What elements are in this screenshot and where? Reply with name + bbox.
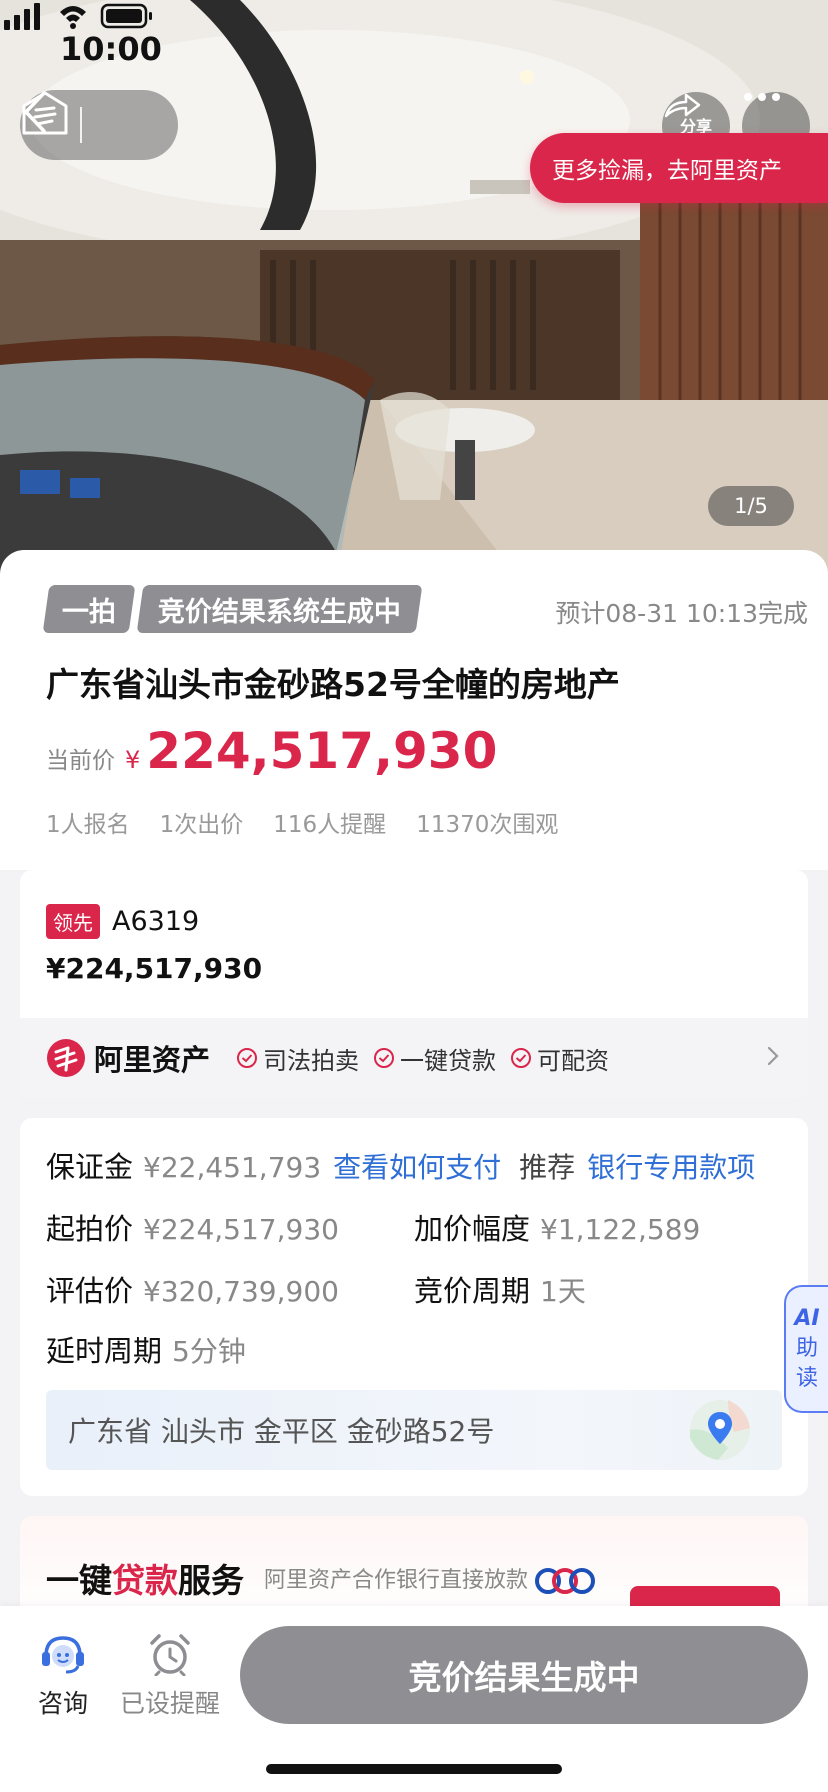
deposit-label: 保证金	[46, 1150, 134, 1184]
check-circle-icon	[511, 1048, 532, 1068]
share-icon	[664, 93, 701, 118]
current-price: 224,517,930	[146, 722, 498, 780]
feature-judicial-auction: 司法拍卖	[236, 1041, 359, 1076]
delay-value: 5分钟	[172, 1335, 246, 1368]
wifi-icon	[60, 6, 86, 29]
loan-title-part2: 服务	[178, 1561, 244, 1600]
feature-financing: 可配资	[510, 1041, 609, 1076]
bid-result-button[interactable]: 竞价结果生成中	[240, 1626, 808, 1724]
ali-assets-bar[interactable]: 阿里资产 司法拍卖 一键贷款 可配资	[20, 1018, 808, 1098]
ai-label-line2: 读	[795, 1366, 818, 1391]
ai-label: AI	[794, 1306, 820, 1331]
address-text: 广东省 汕头市 金平区 金砂路52号	[68, 1415, 495, 1448]
photo-counter: 1/5	[708, 486, 794, 526]
bidder-id: A6319	[112, 906, 200, 937]
more-dots-icon	[744, 93, 780, 101]
stat-registrations: 1人报名	[46, 812, 130, 838]
map-pin-icon	[690, 1400, 750, 1460]
stat-bids: 1次出价	[159, 812, 244, 838]
start-price-value: ¥224,517,930	[143, 1213, 339, 1246]
current-price-row: 当前价 ¥ 224,517,930	[46, 722, 497, 780]
reminder-label: 已设提醒	[120, 1689, 221, 1718]
consult-button[interactable]: 咨询	[38, 1632, 88, 1720]
cellular-signal-icon	[4, 3, 40, 30]
check-circle-icon	[237, 1048, 258, 1068]
leading-bid-card: 领先 A6319 ¥224,517,930 阿里资产 司法拍卖 一键贷款 可配资	[20, 870, 808, 1098]
property-photo[interactable]: 10:00 分享 1/5	[0, 0, 828, 580]
loan-title-part1: 一键	[46, 1561, 112, 1600]
reminder-button[interactable]: 已设提醒	[120, 1632, 220, 1720]
stats-row: 1人报名 1次出价 116人提醒 11370次围观	[46, 805, 558, 839]
consult-label: 咨询	[38, 1689, 89, 1718]
round-tag-label: 一拍	[62, 596, 116, 628]
stat-views: 11370次围观	[416, 812, 559, 838]
tag-row: 一拍 竞价结果系统生成中	[42, 585, 423, 633]
price-currency: ¥	[125, 746, 141, 774]
deposit-value: ¥22,451,793	[143, 1151, 322, 1184]
price-label: 当前价	[46, 748, 115, 774]
appraisal-label: 评估价	[46, 1274, 134, 1308]
home-button[interactable]	[22, 90, 172, 160]
feature-label: 一键贷款	[400, 1046, 497, 1075]
ali-assets-logo-icon	[47, 1039, 85, 1077]
increment-row: 加价幅度 ¥1,122,589	[414, 1206, 700, 1248]
leading-bid-price: ¥224,517,930	[46, 952, 263, 985]
chevron-right-icon	[767, 1046, 779, 1066]
increment-label: 加价幅度	[414, 1212, 531, 1246]
loan-subtitle: 阿里资产合作银行直接放款	[264, 1562, 596, 1594]
feature-label: 可配资	[537, 1046, 610, 1075]
customer-service-icon	[42, 1636, 84, 1674]
address-bar[interactable]: 广东省 汕头市 金平区 金砂路52号	[46, 1390, 782, 1470]
status-time: 10:00	[60, 30, 162, 68]
recommend-label: 推荐	[519, 1151, 576, 1184]
ai-reading-assistant-tab[interactable]: AI 助 读	[784, 1285, 828, 1413]
appraisal-row: 评估价 ¥320,739,900	[46, 1268, 339, 1310]
check-circle-icon	[374, 1048, 395, 1068]
loan-title: 一键贷款服务	[46, 1554, 244, 1602]
bid-cycle-label: 竞价周期	[414, 1274, 531, 1308]
bank-payment-link[interactable]: 银行专用款项	[587, 1146, 755, 1186]
property-title: 广东省汕头市金砂路52号全幢的房地产	[46, 665, 620, 704]
bank-logos-icon	[535, 1568, 596, 1594]
bid-cycle-value: 1天	[540, 1275, 586, 1308]
eta-text: 预计08-31 10:13完成	[555, 599, 808, 628]
promo-banner-button[interactable]: 更多捡漏，去阿里资产	[530, 133, 828, 203]
increment-value: ¥1,122,589	[540, 1213, 701, 1246]
auction-info-card: 保证金 ¥22,451,793 查看如何支付 推荐 银行专用款项 起拍价 ¥22…	[20, 1118, 808, 1496]
ai-label-line1: 助	[795, 1336, 818, 1361]
home-indicator	[266, 1764, 562, 1774]
ali-assets-name: 阿里资产	[94, 1043, 211, 1077]
status-bar: 10:00	[0, 0, 828, 100]
auction-summary-card: 一拍 竞价结果系统生成中 预计08-31 10:13完成 广东省汕头市金砂路52…	[0, 550, 828, 870]
leading-badge: 领先	[46, 904, 100, 939]
start-price-row: 起拍价 ¥224,517,930	[46, 1206, 339, 1248]
start-price-label: 起拍价	[46, 1212, 134, 1246]
feature-one-click-loan: 一键贷款	[373, 1041, 496, 1076]
leader-row: 领先 A6319	[46, 904, 199, 939]
loan-subtitle-text: 阿里资产合作银行直接放款	[264, 1568, 529, 1593]
battery-icon	[100, 3, 152, 29]
loan-title-highlight: 贷款	[112, 1561, 178, 1600]
round-tag: 一拍	[42, 585, 136, 633]
status-tag: 竞价结果系统生成中	[136, 585, 423, 633]
how-to-pay-link[interactable]: 查看如何支付	[333, 1146, 501, 1186]
nav-pill	[20, 90, 178, 160]
alarm-clock-icon	[150, 1634, 190, 1676]
deposit-row: 保证金 ¥22,451,793 查看如何支付 推荐 银行专用款项	[46, 1144, 755, 1186]
status-icons	[4, 3, 152, 30]
status-tag-label: 竞价结果系统生成中	[158, 596, 401, 628]
delay-row: 延时周期 5分钟	[46, 1328, 246, 1370]
feature-label: 司法拍卖	[263, 1046, 360, 1075]
home-logo-icon	[22, 91, 68, 135]
delay-label: 延时周期	[46, 1334, 163, 1368]
bid-cycle-row: 竞价周期 1天	[414, 1268, 586, 1310]
appraisal-value: ¥320,739,900	[143, 1275, 339, 1308]
page: 10:00 分享 1/5 一拍 竞价结果系统生成中 预计08-31 10:13完…	[0, 0, 828, 1792]
stat-reminders: 116人提醒	[273, 812, 387, 838]
